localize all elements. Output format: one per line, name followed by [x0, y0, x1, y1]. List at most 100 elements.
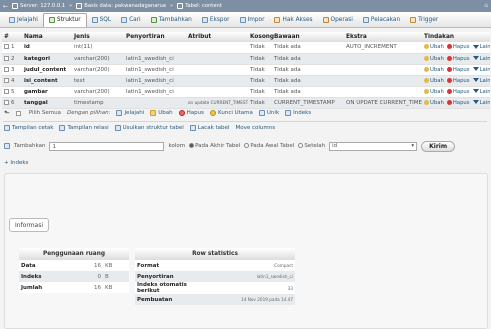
- add-columns-form: Tambahkan 1 kolom Pada Akhir Tabel Pada …: [4, 138, 488, 154]
- edit-label: Ubah: [430, 88, 444, 95]
- bulk-delete-button[interactable]: Hapus: [178, 110, 205, 116]
- breadcrumb-table[interactable]: Tabel: content: [185, 3, 222, 9]
- column-count-input[interactable]: 1: [49, 141, 165, 151]
- delete-button[interactable]: Hapus: [446, 88, 470, 95]
- tab-triggers[interactable]: Trigger: [405, 13, 443, 27]
- tab-search[interactable]: Cari: [116, 13, 146, 27]
- column-attributes: [186, 64, 248, 76]
- edit-button[interactable]: Ubah: [424, 44, 444, 50]
- delete-button[interactable]: Hapus: [446, 99, 470, 106]
- track-icon: [189, 125, 196, 131]
- more-button[interactable]: Lainnya: [472, 67, 490, 73]
- window-gear-icon[interactable]: ⌂: [484, 2, 488, 9]
- delete-button[interactable]: Hapus: [446, 77, 470, 84]
- bulk-unique-button[interactable]: Unik: [258, 110, 279, 116]
- pencil-icon: [424, 99, 429, 105]
- stat-label: Indeks otomatis berikut: [135, 282, 213, 294]
- row-num-cell[interactable]: 2: [2, 53, 22, 65]
- indexes-toggle-link[interactable]: + Indeks: [4, 160, 28, 166]
- header-collation: Penyortiran: [124, 32, 186, 42]
- relation-icon: [59, 125, 66, 131]
- table-row: 5 gambar varchar(200) latin1_swedish_ci Tida…: [2, 86, 490, 98]
- position-after-radio[interactable]: Setelah: [298, 143, 325, 149]
- edit-button[interactable]: Ubah: [424, 88, 444, 95]
- row-checkbox[interactable]: [4, 44, 9, 50]
- more-button[interactable]: Lainnya: [472, 89, 490, 95]
- divider: [3, 121, 487, 122]
- check-all-checkbox[interactable]: [15, 110, 21, 116]
- breadcrumb-server[interactable]: Server: 127.0.0.1: [20, 3, 65, 9]
- tab-privileges[interactable]: Hak Akses: [269, 13, 317, 27]
- print-view-link[interactable]: Tampilan cetak: [4, 125, 53, 131]
- radio-label: Pada Awal Tabel: [250, 143, 295, 149]
- space-usage-header: Penggunaan ruang: [19, 248, 129, 260]
- row-num-cell[interactable]: 1: [2, 42, 22, 54]
- column-default: Tidak ada: [272, 86, 344, 98]
- track-table-link[interactable]: Lacak tabel: [189, 125, 229, 131]
- space-usage-title: Penggunaan ruang: [19, 248, 129, 260]
- edit-button[interactable]: Ubah: [424, 55, 444, 62]
- row-checkbox[interactable]: [4, 99, 9, 105]
- bulk-edit-button[interactable]: Ubah: [150, 110, 173, 116]
- tab-structure[interactable]: Struktur: [42, 12, 87, 27]
- tab-export[interactable]: Ekspor: [197, 13, 235, 27]
- select-value: id: [332, 143, 338, 149]
- edit-button[interactable]: Ubah: [424, 66, 444, 73]
- delete-label: Hapus: [452, 44, 470, 51]
- bulk-primary-button[interactable]: Kunci Utama: [210, 110, 253, 116]
- move-columns-link[interactable]: Move columns: [235, 125, 275, 131]
- more-button[interactable]: Lainnya: [472, 100, 490, 106]
- bulk-action-label: Hapus: [186, 110, 205, 116]
- delete-icon: [446, 88, 452, 94]
- edit-button[interactable]: Ubah: [424, 77, 444, 84]
- tab-import[interactable]: Impor: [235, 13, 270, 27]
- submit-button[interactable]: Kirim: [421, 140, 456, 152]
- after-column-select[interactable]: id ▾: [329, 141, 418, 151]
- row-checkbox[interactable]: [4, 66, 9, 72]
- column-extra: [344, 64, 422, 76]
- tab-sql[interactable]: SQL: [87, 13, 116, 27]
- sql-icon: [91, 16, 98, 23]
- edit-button[interactable]: Ubah: [424, 99, 444, 106]
- print-icon: [4, 125, 10, 131]
- tab-tracking[interactable]: Pelacakan: [358, 13, 405, 27]
- delete-button[interactable]: Hapus: [446, 55, 470, 62]
- row-num-cell[interactable]: 4: [2, 75, 22, 87]
- stat-value: 14 Nov 2019 pada 14.47: [213, 294, 295, 305]
- row-num-cell[interactable]: 5: [2, 86, 22, 98]
- space-value: 0: [69, 271, 103, 282]
- delete-icon: [446, 44, 452, 50]
- breadcrumb-database[interactable]: Basis data: pakwanadaganarua: [84, 3, 166, 9]
- collapse-arrow-icon[interactable]: ←: [3, 3, 8, 10]
- delete-button[interactable]: Hapus: [446, 66, 470, 73]
- column-extra: AUTO_INCREMENT: [344, 42, 422, 54]
- header-num[interactable]: #: [2, 32, 22, 42]
- tab-operations[interactable]: Operasi: [318, 13, 358, 27]
- row-actions: Ubah Hapus Lainnya: [422, 64, 490, 76]
- position-start-radio[interactable]: Pada Awal Tabel: [244, 143, 294, 149]
- row-num-cell[interactable]: 3: [2, 64, 22, 76]
- information-panel: Informasi Penggunaan ruang Data 16 KB In…: [4, 173, 488, 329]
- radio-label: Pada Akhir Tabel: [195, 143, 241, 149]
- tab-label: Ekspor: [209, 16, 230, 23]
- stat-label: Format: [135, 260, 213, 271]
- column-collation: latin1_swedish_ci: [124, 75, 186, 87]
- more-button[interactable]: Lainnya: [472, 44, 490, 50]
- check-all-label[interactable]: Pilih Semua: [29, 110, 61, 116]
- pencil-icon: [424, 66, 429, 72]
- bulk-browse-button[interactable]: Jelajahi: [116, 110, 144, 116]
- delete-button[interactable]: Hapus: [446, 44, 470, 51]
- more-button[interactable]: Lainnya: [472, 56, 490, 62]
- position-end-radio[interactable]: Pada Akhir Tabel: [189, 143, 240, 149]
- column-attributes: [186, 42, 248, 54]
- more-button[interactable]: Lainnya: [472, 78, 490, 84]
- column-collation: latin1_swedish_ci: [124, 64, 186, 76]
- bulk-index-button[interactable]: Indeks: [285, 110, 311, 116]
- row-checkbox[interactable]: [4, 55, 9, 61]
- row-checkbox[interactable]: [4, 77, 9, 83]
- relation-view-link[interactable]: Tampilan relasi: [59, 125, 109, 131]
- tab-insert[interactable]: Tambahkan: [146, 13, 197, 27]
- tab-browse[interactable]: Jelajahi: [4, 13, 43, 27]
- row-checkbox[interactable]: [4, 88, 9, 94]
- propose-structure-link[interactable]: Usulkan struktur tabel: [114, 125, 184, 131]
